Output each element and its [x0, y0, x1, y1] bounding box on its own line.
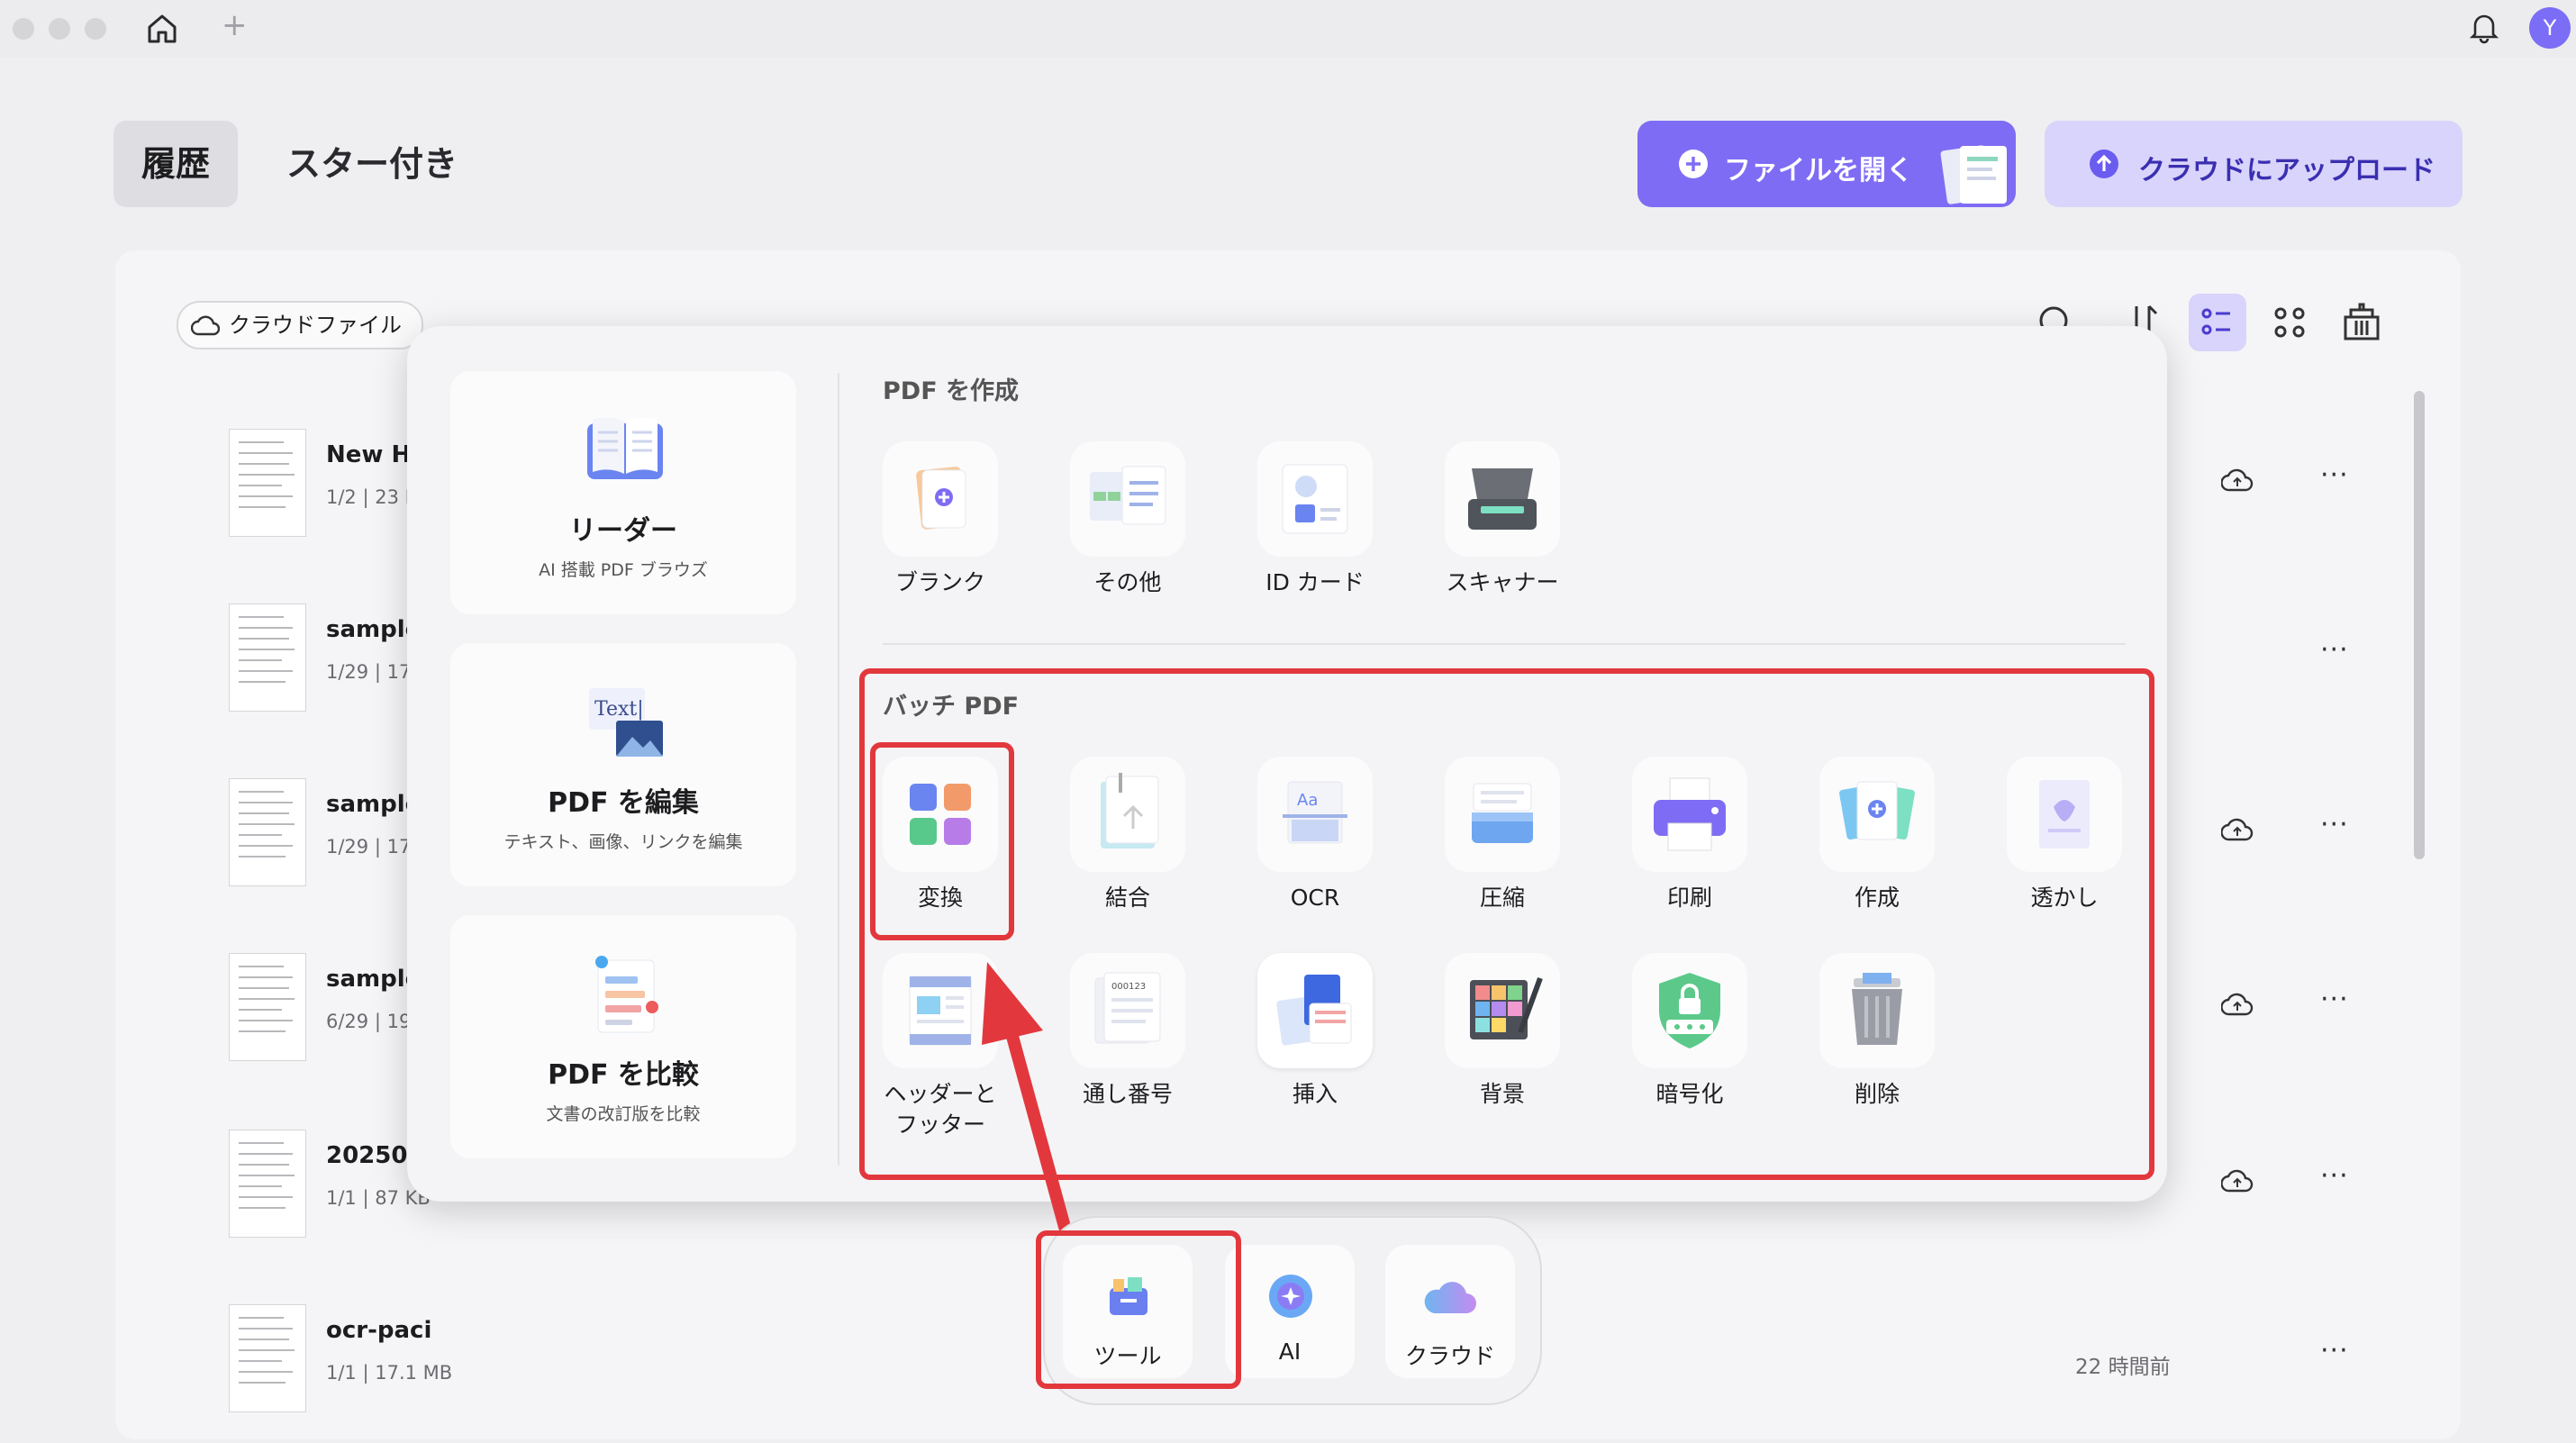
file-meta: 1/1 | 17.1 MB [326, 1362, 453, 1384]
upload-label: クラウドにアップロード [2138, 155, 2435, 186]
ai-sparkle-icon [1269, 1275, 1312, 1318]
scrollbar[interactable] [2414, 391, 2425, 859]
blank-tool[interactable]: ブランク [859, 441, 1021, 598]
zoom-window-button[interactable] [85, 18, 106, 40]
more-options-icon[interactable]: ··· [2320, 634, 2349, 666]
id-card-tool[interactable]: ID カード [1234, 441, 1396, 598]
dock-cloud-label: クラウド [1404, 1343, 1495, 1369]
tools-highlight-box [1036, 1230, 1241, 1389]
convert-highlight-box [870, 742, 1014, 940]
more-options-icon[interactable]: ··· [2320, 459, 2349, 491]
compare-document-icon [595, 956, 658, 1033]
popup-divider [838, 373, 839, 1166]
cloud-upload-icon[interactable] [2221, 465, 2254, 497]
grid-view-icon[interactable] [2261, 294, 2318, 351]
compare-pdf-subtitle: 文書の改訂版を比較 [546, 1104, 701, 1124]
cloud-icon [1424, 1282, 1476, 1313]
documents-icon [1940, 145, 2007, 204]
id-card-label: ID カード [1265, 569, 1365, 595]
file-time: 22 時間前 [2075, 1356, 2171, 1379]
tools-popup: リーダー AI 搭載 PDF ブラウズ Text| PDF を編集 テキスト、画… [407, 326, 2167, 1202]
plus-circle-icon [1679, 150, 1708, 178]
blank-page-icon [916, 467, 966, 530]
title-bar: + Y [0, 0, 2576, 58]
edit-pdf-title: PDF を編集 [548, 787, 699, 819]
reader-title: リーダー [569, 515, 677, 547]
section-divider [883, 643, 2126, 645]
cloud-files-label: クラウドファイル [229, 313, 402, 338]
cloud-upload-icon[interactable] [2221, 989, 2254, 1021]
dock-ai-button[interactable]: AI [1225, 1245, 1355, 1378]
more-options-icon[interactable]: ··· [2320, 1335, 2349, 1366]
new-tab-icon[interactable]: + [222, 7, 248, 43]
edit-text-icon: Text| [589, 688, 663, 757]
list-view-icon[interactable] [2189, 294, 2246, 351]
file-thumbnail [229, 429, 306, 537]
other-label: その他 [1093, 569, 1162, 595]
tab-history[interactable]: 履歴 [113, 121, 238, 207]
tab-starred[interactable]: スター付き [286, 121, 458, 207]
trash-bin-icon[interactable] [2333, 294, 2390, 351]
more-options-icon[interactable]: ··· [2320, 984, 2349, 1015]
edit-pdf-card[interactable]: Text| PDF を編集 テキスト、画像、リンクを編集 [450, 643, 796, 886]
edit-thumb-text: Text| [594, 698, 644, 721]
pointer-arrow [982, 962, 1071, 1233]
file-thumbnail [229, 604, 306, 712]
file-thumbnail [229, 1130, 306, 1238]
cloud-icon [191, 315, 220, 336]
edit-pdf-subtitle: テキスト、画像、リンクを編集 [503, 832, 743, 852]
compare-pdf-title: PDF を比較 [548, 1059, 699, 1091]
blank-label: ブランク [894, 569, 985, 595]
scanner-tool[interactable]: スキャナー [1421, 441, 1583, 598]
minimize-window-button[interactable] [49, 18, 70, 40]
file-name: ocr-paci [326, 1317, 432, 1344]
file-meta: 1/29 | 17 [326, 836, 412, 858]
scanner-label: スキャナー [1446, 569, 1559, 595]
file-meta: 1/29 | 17. [326, 661, 417, 683]
upload-icon [2090, 150, 2118, 178]
home-icon[interactable] [144, 11, 180, 47]
open-book-icon [587, 417, 663, 479]
dock-cloud-button[interactable]: クラウド [1385, 1245, 1515, 1378]
bell-icon[interactable] [2466, 9, 2502, 45]
open-file-button[interactable]: ファイルを開く [1637, 121, 2016, 207]
file-meta: 6/29 | 19 [326, 1011, 412, 1032]
avatar[interactable]: Y [2529, 7, 2571, 49]
other-tool[interactable]: その他 [1047, 441, 1209, 598]
cloud-upload-icon[interactable] [2221, 814, 2254, 847]
scanner-icon [1468, 468, 1537, 530]
create-pdf-heading: PDF を作成 [883, 377, 1020, 405]
dock-ai-label: AI [1278, 1339, 1302, 1365]
open-file-label: ファイルを開く [1724, 155, 1913, 186]
more-options-icon[interactable]: ··· [2320, 1160, 2349, 1192]
other-formats-icon [1090, 466, 1166, 525]
close-window-button[interactable] [13, 18, 34, 40]
reader-card[interactable]: リーダー AI 搭載 PDF ブラウズ [450, 371, 796, 614]
upload-to-cloud-button[interactable]: クラウドにアップロード [2045, 121, 2463, 207]
file-thumbnail [229, 1304, 306, 1412]
id-card-icon [1282, 464, 1348, 534]
file-meta: 1/1 | 87 KB [326, 1187, 431, 1209]
file-thumbnail [229, 953, 306, 1061]
file-meta: 1/2 | 23 K [326, 486, 418, 508]
more-options-icon[interactable]: ··· [2320, 809, 2349, 840]
cloud-upload-icon[interactable] [2221, 1166, 2254, 1198]
file-thumbnail [229, 778, 306, 886]
reader-subtitle: AI 搭載 PDF ブラウズ [539, 560, 708, 580]
compare-pdf-card[interactable]: PDF を比較 文書の改訂版を比較 [450, 915, 796, 1158]
cloud-files-chip[interactable]: クラウドファイル [177, 301, 423, 349]
